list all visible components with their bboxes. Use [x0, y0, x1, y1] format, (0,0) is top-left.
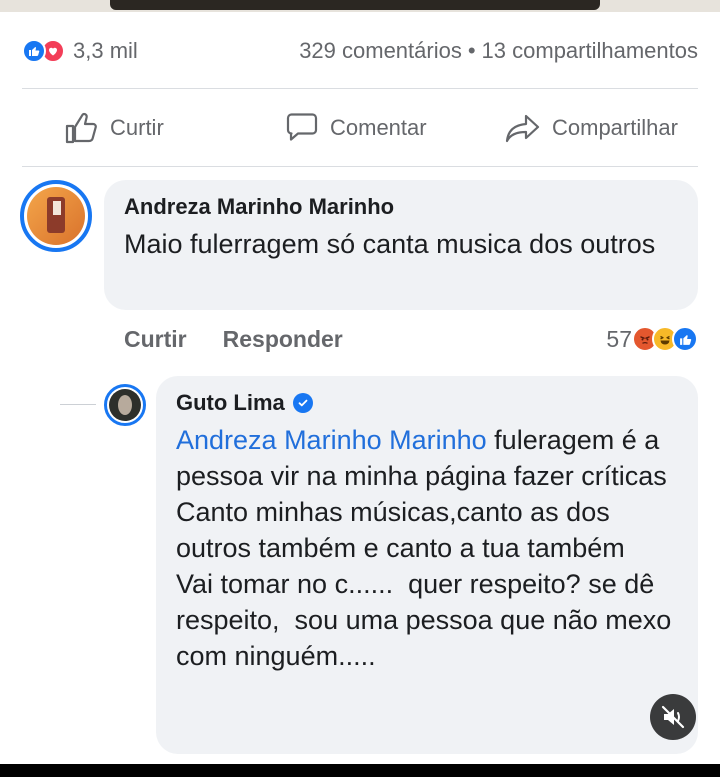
reply-author[interactable]: Guto Lima [176, 390, 678, 416]
comment-reactions[interactable]: 57 [606, 326, 698, 353]
divider [22, 166, 698, 167]
comment-button-label: Comentar [330, 115, 427, 140]
reaction-summary[interactable]: 3,3 mil [22, 38, 138, 64]
reply-body: fuleragem é a pessoa vir na minha página… [176, 425, 672, 671]
comment-bubble-icon [286, 113, 318, 141]
separator-dot: • [467, 38, 476, 63]
replier-avatar[interactable] [104, 384, 146, 426]
reply-author-name: Guto Lima [176, 390, 285, 415]
bottom-edge-bar [0, 764, 720, 777]
like-reaction-icon [22, 39, 46, 63]
comments-count[interactable]: 329 comentários [299, 38, 462, 63]
like-icon [672, 326, 698, 352]
mute-toggle-button[interactable] [650, 694, 696, 740]
commenter-avatar[interactable] [20, 180, 92, 252]
comment-button[interactable]: Comentar [284, 112, 427, 144]
divider [22, 88, 698, 89]
reply-thread-line [60, 404, 96, 405]
comment-text: Maio fulerragem só canta musica dos outr… [124, 229, 656, 259]
engagement-counts: 329 comentários • 13 compartilhamentos [299, 38, 698, 64]
post-stats: 3,3 mil 329 comentários • 13 compartilhame… [22, 34, 698, 68]
comment-author[interactable]: Andreza Marinho Marinho [124, 194, 678, 220]
like-button[interactable]: Curtir [64, 112, 164, 144]
comment-reaction-count: 57 [606, 325, 632, 352]
share-arrow-icon [505, 114, 540, 143]
comment-like-link[interactable]: Curtir [124, 326, 187, 353]
shares-count[interactable]: 13 compartilhamentos [482, 38, 698, 63]
reaction-count: 3,3 mil [73, 38, 138, 63]
reply-text: Andreza Marinho Marinho fuleragem é a pe… [176, 422, 678, 674]
post-action-bar: Curtir Comentar Compartilhar [0, 104, 720, 152]
comment-reply-link[interactable]: Responder [223, 326, 343, 353]
mention-link[interactable]: Andreza Marinho Marinho [176, 425, 487, 455]
reply-bubble: Guto Lima Andreza Marinho Marinho fulera… [156, 376, 698, 754]
post-photo-edge [0, 0, 720, 12]
comment-meta: Curtir Responder 57 [124, 322, 698, 356]
thumbs-up-icon [65, 112, 97, 144]
share-button-label: Compartilhar [552, 115, 678, 140]
comment-bubble: Andreza Marinho Marinho Maio fulerragem … [104, 180, 698, 310]
muted-speaker-icon [661, 705, 685, 729]
like-button-label: Curtir [110, 115, 164, 140]
share-button[interactable]: Compartilhar [504, 112, 678, 144]
verified-badge-icon [292, 393, 313, 413]
